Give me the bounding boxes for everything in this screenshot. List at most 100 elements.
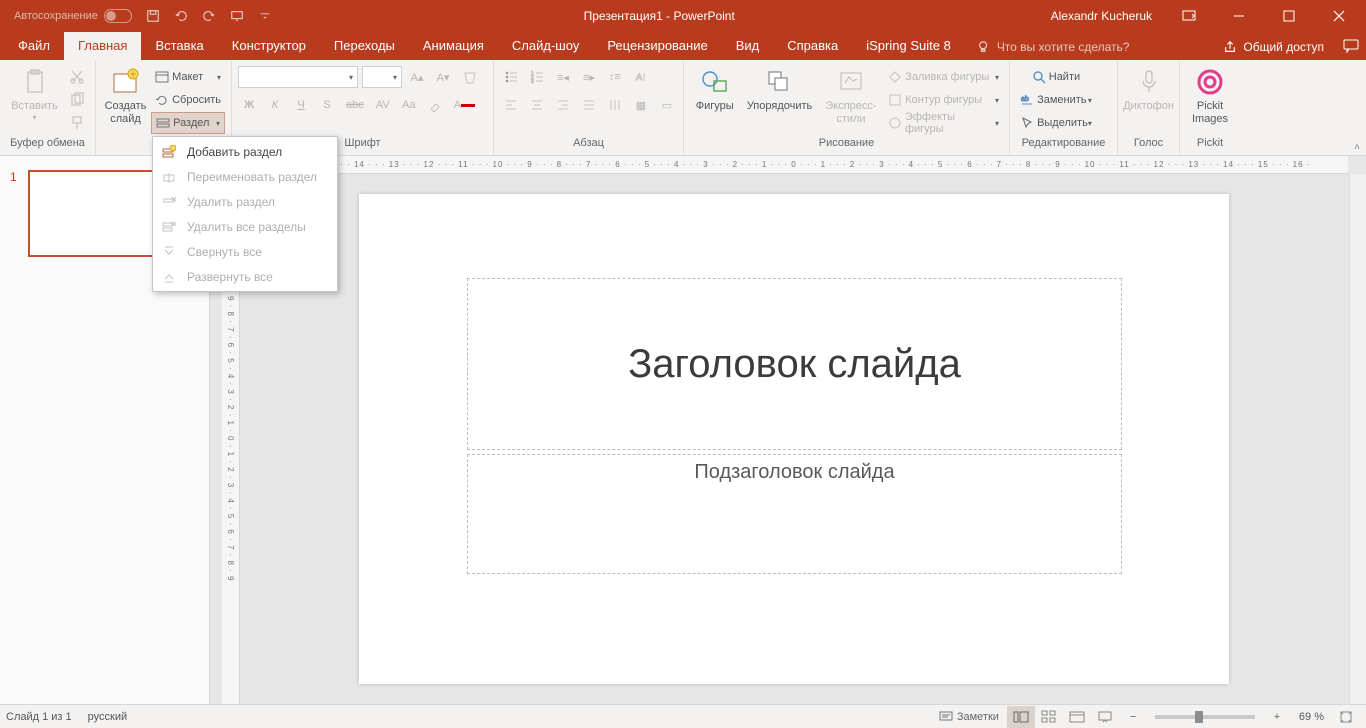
tab-animations[interactable]: Анимация	[409, 32, 498, 60]
fit-to-window-icon[interactable]	[1332, 706, 1360, 728]
minimize-icon[interactable]	[1216, 0, 1262, 32]
arrange-label: Упорядочить	[747, 100, 812, 113]
zoom-value[interactable]: 69 %	[1291, 711, 1332, 723]
line-spacing-icon[interactable]: ↕≡	[604, 66, 626, 88]
language-indicator[interactable]: русский	[88, 711, 127, 723]
smartart-icon[interactable]: ▭	[656, 94, 678, 116]
bold-button[interactable]: Ж	[238, 94, 260, 116]
clear-format-icon[interactable]	[458, 66, 480, 88]
svg-text:3: 3	[531, 79, 534, 84]
arrange-button[interactable]: Упорядочить	[741, 62, 817, 136]
menu-expand-label: Развернуть все	[187, 270, 273, 284]
ribbon-display-icon[interactable]	[1166, 0, 1212, 32]
columns-icon[interactable]	[604, 94, 626, 116]
save-icon[interactable]	[140, 3, 166, 29]
underline-button[interactable]: Ч	[290, 94, 312, 116]
paste-button[interactable]: Вставить ▾	[6, 62, 63, 136]
dictate-button[interactable]: Диктофон	[1124, 62, 1173, 136]
cut-icon[interactable]	[65, 66, 89, 88]
copy-icon[interactable]	[65, 89, 89, 111]
align-right-icon[interactable]	[552, 94, 574, 116]
shape-outline-button[interactable]: Контур фигуры▾	[884, 89, 1003, 111]
close-icon[interactable]	[1316, 0, 1362, 32]
tab-ispring[interactable]: iSpring Suite 8	[852, 32, 965, 60]
layout-button[interactable]: Макет▾	[151, 66, 225, 88]
menu-delete-all-sections: Удалить все разделы	[153, 214, 337, 239]
slide-canvas[interactable]: Заголовок слайда Подзаголовок слайда	[359, 194, 1229, 684]
highlight-button[interactable]	[424, 94, 446, 116]
quick-styles-button[interactable]: Экспресс- стили	[820, 62, 882, 136]
reset-button[interactable]: Сбросить	[151, 89, 225, 111]
grow-font-icon[interactable]: A▴	[406, 66, 428, 88]
slideshow-view-icon[interactable]	[1091, 706, 1119, 728]
section-button[interactable]: Раздел▾	[151, 112, 225, 134]
shapes-button[interactable]: Фигуры	[690, 62, 739, 136]
reading-view-icon[interactable]	[1063, 706, 1091, 728]
strike-button[interactable]: abc	[342, 94, 368, 116]
horizontal-ruler[interactable]: · 16 · · · 15 · · · 14 · · · 13 · · · 12…	[240, 156, 1348, 174]
collapse-ribbon-icon[interactable]: ˄	[1354, 142, 1360, 153]
zoom-in-icon[interactable]: +	[1263, 706, 1291, 728]
numbering-icon[interactable]: 123	[526, 66, 548, 88]
vertical-scrollbar[interactable]	[1349, 174, 1366, 704]
slide-sorter-icon[interactable]	[1035, 706, 1063, 728]
tab-slideshow[interactable]: Слайд-шоу	[498, 32, 593, 60]
font-color-button[interactable]: A	[450, 94, 479, 116]
font-family-combo[interactable]: ▾	[238, 66, 358, 88]
italic-button[interactable]: К	[264, 94, 286, 116]
autosave-toggle[interactable]: Автосохранение	[8, 9, 138, 23]
bullets-icon[interactable]	[500, 66, 522, 88]
tab-home[interactable]: Главная	[64, 32, 141, 60]
find-button[interactable]: Найти	[1016, 66, 1096, 88]
shrink-font-icon[interactable]: A▾	[432, 66, 454, 88]
text-direction-icon[interactable]: A	[630, 66, 652, 88]
svg-text:A: A	[636, 72, 642, 82]
select-button[interactable]: Выделить▾	[1016, 112, 1096, 134]
align-center-icon[interactable]	[526, 94, 548, 116]
undo-icon[interactable]	[168, 3, 194, 29]
qat-customize-icon[interactable]	[252, 3, 278, 29]
notes-button[interactable]: Заметки	[931, 706, 1007, 728]
increase-indent-icon[interactable]: ≡▸	[578, 66, 600, 88]
shape-effects-label: Эффекты фигуры	[905, 111, 995, 135]
zoom-out-icon[interactable]: −	[1119, 706, 1147, 728]
replace-button[interactable]: ab Заменить▾	[1016, 89, 1096, 111]
tab-view[interactable]: Вид	[722, 32, 774, 60]
tab-transitions[interactable]: Переходы	[320, 32, 409, 60]
slide-counter[interactable]: Слайд 1 из 1	[6, 711, 88, 723]
decrease-indent-icon[interactable]: ≡◂	[552, 66, 574, 88]
justify-icon[interactable]	[578, 94, 600, 116]
title-placeholder[interactable]: Заголовок слайда	[467, 278, 1122, 450]
new-slide-button[interactable]: Создать слайд	[102, 62, 149, 136]
menu-add-section[interactable]: Добавить раздел	[153, 139, 337, 164]
pickit-icon	[1194, 66, 1226, 98]
tab-help[interactable]: Справка	[773, 32, 852, 60]
font-size-combo[interactable]: ▾	[362, 66, 402, 88]
align-text-icon[interactable]: ▦	[630, 94, 652, 116]
comments-icon[interactable]	[1336, 32, 1366, 60]
shadow-button[interactable]: S	[316, 94, 338, 116]
tab-review[interactable]: Рецензирование	[593, 32, 721, 60]
align-left-icon[interactable]	[500, 94, 522, 116]
user-name[interactable]: Alexandr Kucheruk	[1041, 9, 1162, 23]
document-title: Презентация1 - PowerPoint	[278, 9, 1041, 23]
tab-insert[interactable]: Вставка	[141, 32, 217, 60]
subtitle-placeholder[interactable]: Подзаголовок слайда	[467, 454, 1122, 574]
redo-icon[interactable]	[196, 3, 222, 29]
start-slideshow-icon[interactable]	[224, 3, 250, 29]
share-button[interactable]: Общий доступ	[1211, 40, 1336, 60]
change-case-button[interactable]: Aa	[398, 94, 420, 116]
normal-view-icon[interactable]	[1007, 706, 1035, 728]
char-spacing-button[interactable]: AV	[372, 94, 394, 116]
status-bar: Слайд 1 из 1 русский Заметки − + 69 %	[0, 704, 1366, 728]
zoom-slider[interactable]	[1155, 715, 1255, 719]
format-painter-icon[interactable]	[65, 112, 89, 134]
tell-me-label: Что вы хотите сделать?	[997, 40, 1130, 54]
pickit-button[interactable]: Pickit Images	[1186, 62, 1234, 136]
tab-file[interactable]: Файл	[4, 32, 64, 60]
maximize-icon[interactable]	[1266, 0, 1312, 32]
shape-effects-button[interactable]: Эффекты фигуры▾	[884, 112, 1003, 134]
tab-design[interactable]: Конструктор	[218, 32, 320, 60]
tell-me-search[interactable]: Что вы хотите сделать?	[965, 40, 1142, 60]
shape-fill-button[interactable]: Заливка фигуры▾	[884, 66, 1003, 88]
